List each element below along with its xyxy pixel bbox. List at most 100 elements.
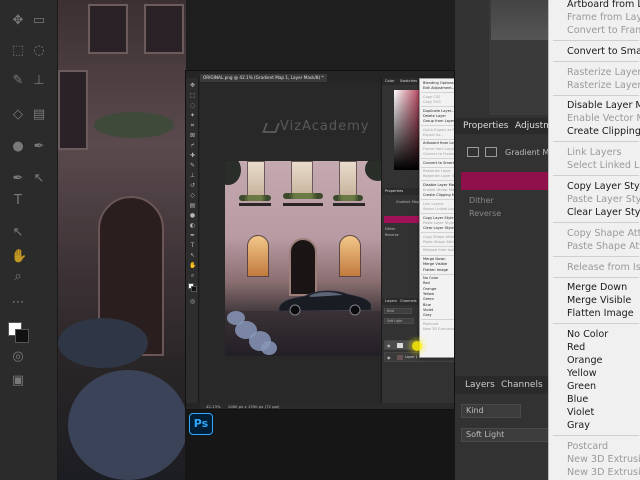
menu-item[interactable]: Flatten Image xyxy=(567,308,634,319)
bg-blend-mode[interactable]: Soft Light xyxy=(461,428,551,442)
bg-gradient-bar[interactable] xyxy=(461,172,551,190)
pen-tool-icon-2: ✒ xyxy=(12,171,24,186)
reverse-label: Reverse xyxy=(385,233,399,237)
menu-item[interactable]: Convert to Smart Object xyxy=(423,161,454,165)
bg-mask-icon xyxy=(485,147,497,157)
menu-item[interactable]: Clear Layer Style xyxy=(567,207,640,218)
document-size: 1080 px x 1350 px (72 ppi) xyxy=(227,404,280,409)
document-image[interactable] xyxy=(225,161,383,356)
frame-tool-icon[interactable]: ⊠ xyxy=(189,132,196,139)
stamp-tool-icon[interactable]: ⊥ xyxy=(189,172,196,179)
layer-mask-thumbnail[interactable] xyxy=(397,343,403,348)
layer-context-menu: Blending Options... Edit Adjustment... Cop… xyxy=(419,78,455,358)
menu-item[interactable]: Convert to Smart Object xyxy=(567,46,640,57)
quick-select-tool-icon[interactable]: ✦ xyxy=(189,112,196,119)
pen-tool-icon[interactable]: ✒ xyxy=(189,232,196,239)
marquee-tool-icon[interactable]: ⬚ xyxy=(189,92,196,99)
menu-item[interactable]: Red xyxy=(423,281,430,285)
brush-tool-icon[interactable]: ✎ xyxy=(189,162,196,169)
quick-mask-icon[interactable]: ◎ xyxy=(189,298,196,305)
color-tab[interactable]: Color xyxy=(385,78,394,85)
menu-item[interactable]: Merge Visible xyxy=(423,262,447,266)
menu-item[interactable]: Yellow xyxy=(423,292,434,296)
menu-item: Convert to Frame xyxy=(423,152,455,157)
menu-item[interactable]: Blending Options... xyxy=(423,81,454,85)
vizacademy-logo-icon xyxy=(262,123,280,133)
menu-item[interactable]: Yellow xyxy=(567,368,597,379)
menu-item[interactable]: Duplicate Layer... xyxy=(423,109,454,113)
path-select-tool-icon[interactable]: ↖ xyxy=(189,252,196,259)
menu-item[interactable]: No Color xyxy=(567,329,608,340)
move-tool-icon[interactable]: ✥ xyxy=(189,82,196,89)
color-picker-field[interactable] xyxy=(394,90,422,170)
blend-mode-select[interactable]: Soft Light xyxy=(384,318,414,324)
menu-separator xyxy=(421,158,454,160)
menu-item[interactable]: Orange xyxy=(423,287,436,291)
menu-item[interactable]: No Color xyxy=(423,276,438,280)
menu-item[interactable]: Gray xyxy=(567,420,590,431)
menu-separator xyxy=(421,180,454,182)
properties-tab[interactable]: Properties xyxy=(385,188,403,195)
menu-item[interactable]: Merge Down xyxy=(567,282,627,293)
menu-item[interactable]: Copy Layer Style xyxy=(423,216,453,220)
background-color[interactable] xyxy=(191,286,197,292)
bg-properties-tab[interactable]: Properties xyxy=(463,121,508,131)
menu-item[interactable]: Clear Layer Style xyxy=(423,226,454,230)
menu-item[interactable]: Merge Down xyxy=(423,257,446,261)
menu-item[interactable]: Red xyxy=(567,342,585,353)
pen-tool-icon: ✒ xyxy=(33,139,45,154)
visibility-eye-icon[interactable]: ◉ xyxy=(387,343,391,348)
healing-tool-icon[interactable]: ✚ xyxy=(189,152,196,159)
menu-item[interactable]: Delete Layer xyxy=(423,114,446,118)
bg-adjustments-tab[interactable]: Adjustm xyxy=(515,121,552,131)
menu-item[interactable]: Flatten Image xyxy=(423,268,448,272)
menu-item[interactable]: Disable Layer Mask xyxy=(567,100,640,111)
eyedropper-tool-icon[interactable]: ⌿ xyxy=(189,142,196,149)
bg-channels-tab[interactable]: Channels xyxy=(501,380,543,390)
background-color-swatch xyxy=(15,329,29,343)
menu-item[interactable]: Artboard from Layers xyxy=(567,0,640,10)
canvas-area[interactable]: VizAcademy xyxy=(200,83,383,403)
menu-item[interactable]: Blue xyxy=(423,303,431,307)
hand-tool-icon[interactable]: ✋ xyxy=(189,262,196,269)
menu-item[interactable]: Blue xyxy=(567,394,588,405)
menu-item[interactable]: Gray xyxy=(423,313,432,317)
eraser-tool-icon[interactable]: ◇ xyxy=(189,192,196,199)
menu-separator xyxy=(553,435,639,437)
crop-tool-icon[interactable]: ⌗ xyxy=(189,122,196,129)
menu-item[interactable]: Group from Layers... xyxy=(423,119,454,123)
menu-item[interactable]: Disable Layer Mask xyxy=(423,183,454,187)
swatches-tab[interactable]: Swatches xyxy=(400,78,417,85)
menu-item[interactable]: Green xyxy=(423,297,434,301)
menu-item[interactable]: Orange xyxy=(567,355,602,366)
blur-tool-icon[interactable]: ● xyxy=(189,212,196,219)
menu-item: Paste Shape Attributes xyxy=(567,240,640,252)
gradient-bar[interactable] xyxy=(384,216,419,223)
visibility-eye-icon[interactable]: ◉ xyxy=(387,355,391,360)
document-tab[interactable]: ORIGINAL.png @ 42.1% (Gradient Map 1, La… xyxy=(200,74,327,82)
layers-tab[interactable]: Layers xyxy=(385,298,397,305)
balcony-rail xyxy=(239,203,271,206)
zoom-level[interactable]: 42.13% xyxy=(206,404,220,409)
type-tool-icon[interactable]: T xyxy=(189,242,196,249)
menu-item[interactable]: Merge Visible xyxy=(567,295,631,306)
zoom-tool-icon[interactable]: ⌕ xyxy=(189,272,196,279)
menu-item[interactable]: Violet xyxy=(423,308,433,312)
menu-item[interactable]: Copy Layer Style xyxy=(567,181,640,192)
menu-item[interactable]: Create Clipping Mask xyxy=(423,193,454,197)
menu-item[interactable]: Create Clipping Mask xyxy=(567,126,640,137)
menu-item[interactable]: Violet xyxy=(567,407,594,418)
bg-kind-filter[interactable]: Kind xyxy=(461,404,521,418)
menu-item[interactable]: Edit Adjustment... xyxy=(423,86,454,90)
lasso-tool-icon[interactable]: ◌ xyxy=(189,102,196,109)
kind-filter[interactable]: Kind xyxy=(384,308,412,314)
channels-tab[interactable]: Channels xyxy=(400,298,417,305)
dodge-tool-icon[interactable]: ◐ xyxy=(189,222,196,229)
stamp-tool-icon: ⊥ xyxy=(33,73,45,88)
history-brush-icon[interactable]: ↺ xyxy=(189,182,196,189)
menu-item[interactable]: Green xyxy=(567,381,596,392)
gradient-tool-icon: ▤ xyxy=(32,107,46,122)
bg-layers-tab[interactable]: Layers xyxy=(465,380,495,390)
menu-item[interactable]: Artboard from Layers... xyxy=(423,141,454,145)
gradient-tool-icon[interactable]: ▤ xyxy=(189,202,196,209)
